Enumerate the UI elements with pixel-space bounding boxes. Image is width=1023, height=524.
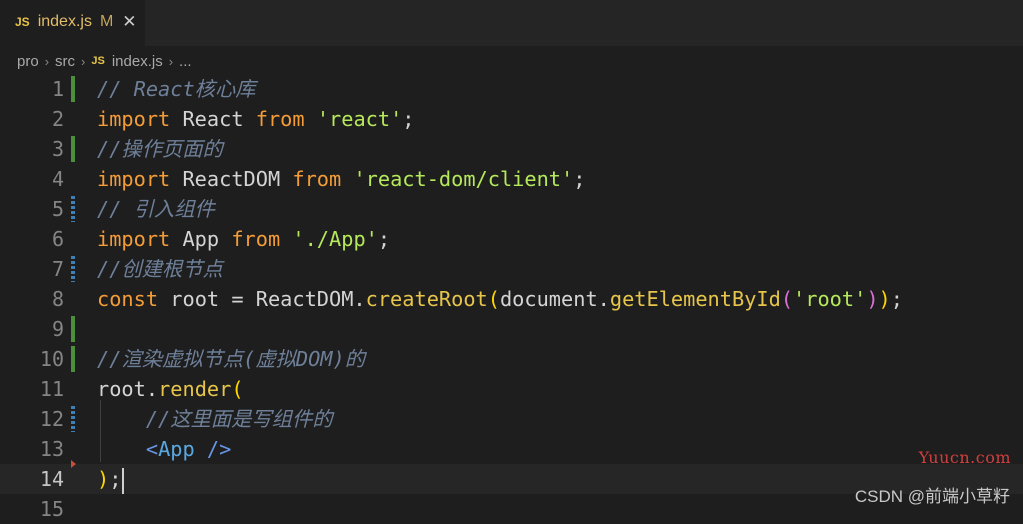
keyword: import <box>97 107 171 131</box>
comment: //渲染虚拟节点(虚拟DOM)的 <box>97 347 366 371</box>
identifier: root. <box>97 377 159 401</box>
code-line[interactable]: 13 <App /> <box>0 434 1023 464</box>
line-number: 7 <box>51 257 64 281</box>
git-added-marker[interactable] <box>71 136 75 162</box>
bracket: ) <box>97 467 110 491</box>
line-number: 15 <box>39 497 64 521</box>
bracket: ( <box>487 287 500 311</box>
breadcrumb: pro › src › JS index.js › ... <box>0 46 1023 76</box>
line-number: 2 <box>51 107 64 131</box>
modified-indicator: M <box>99 13 114 30</box>
line-number: 13 <box>39 437 64 461</box>
function-name: getElementById <box>609 287 781 311</box>
punctuation: ; <box>109 467 122 491</box>
keyword: from <box>292 167 342 191</box>
code-line[interactable]: 3 //操作页面的 <box>0 134 1023 164</box>
keyword: import <box>97 227 171 251</box>
breadcrumb-folder-pro[interactable]: pro <box>17 53 39 70</box>
keyword: const <box>97 287 159 311</box>
bracket: ) <box>866 287 879 311</box>
code-line[interactable]: 8 const root = ReactDOM.createRoot(docum… <box>0 284 1023 314</box>
line-number: 14 <box>39 467 64 491</box>
jsx-bracket: < <box>145 437 159 461</box>
identifier: document. <box>499 287 610 311</box>
identifier: root = ReactDOM. <box>158 287 366 311</box>
close-icon[interactable]: ✕ <box>122 12 136 32</box>
comment: // 引入组件 <box>97 197 215 221</box>
line-number: 10 <box>39 347 64 371</box>
line-number: 5 <box>51 197 64 221</box>
punctuation: ; <box>377 227 391 251</box>
string-literal: './App' <box>292 227 378 251</box>
keyword: from <box>231 227 281 251</box>
chevron-right-icon: › <box>81 53 86 69</box>
watermark-site: Yuucn.com <box>918 448 1011 467</box>
javascript-file-icon: JS <box>15 15 30 29</box>
identifier: ReactDOM <box>170 167 293 191</box>
chevron-right-icon: › <box>44 53 50 69</box>
function-name: render <box>158 377 232 401</box>
tab-bar: JS index.js M ✕ <box>0 0 1023 47</box>
git-added-marker[interactable] <box>71 316 75 342</box>
line-number: 1 <box>51 77 64 101</box>
line-number: 6 <box>51 227 64 251</box>
keyword: import <box>97 167 171 191</box>
code-line[interactable]: 7 //创建根节点 <box>0 254 1023 284</box>
git-modified-marker[interactable] <box>71 406 75 432</box>
bracket: ) <box>878 287 891 311</box>
watermark-credit: CSDN @前端小草籽 <box>854 487 1010 506</box>
code-line[interactable]: 11 root.render( <box>0 374 1023 404</box>
identifier: React <box>170 107 256 131</box>
git-deleted-marker[interactable] <box>71 460 76 468</box>
string-literal: 'react' <box>316 107 403 131</box>
git-modified-marker[interactable] <box>71 196 75 222</box>
code-line[interactable]: 9 <box>0 314 1023 344</box>
code-line[interactable]: 6 import App from './App'; <box>0 224 1023 254</box>
punctuation: ; <box>573 167 586 191</box>
string-literal: 'root' <box>793 287 867 311</box>
punctuation: ; <box>402 107 415 131</box>
line-number: 8 <box>51 287 64 311</box>
chevron-right-icon: › <box>168 53 174 69</box>
breadcrumb-folder-src[interactable]: src <box>55 53 75 70</box>
text-cursor <box>122 467 125 494</box>
line-number: 9 <box>51 317 64 341</box>
punctuation: ; <box>890 287 903 311</box>
keyword: from <box>255 107 305 131</box>
bracket: ( <box>780 287 794 311</box>
line-number: 12 <box>39 407 64 431</box>
code-editor[interactable]: 1 // React核心库 2 import React from 'react… <box>0 74 1023 521</box>
comment: //这里面是写组件的 <box>145 407 333 431</box>
line-number: 3 <box>51 137 64 161</box>
string-literal: 'react-dom/client' <box>353 167 574 191</box>
breadcrumb-file[interactable]: index.js <box>112 53 163 70</box>
line-number: 4 <box>51 167 64 191</box>
tab-filename: index.js <box>37 13 92 30</box>
code-line[interactable]: 10 //渲染虚拟节点(虚拟DOM)的 <box>0 344 1023 374</box>
jsx-component-tag: App <box>158 437 195 461</box>
code-line[interactable]: 5 // 引入组件 <box>0 194 1023 224</box>
git-added-marker[interactable] <box>71 346 75 372</box>
git-added-marker[interactable] <box>71 76 75 102</box>
code-line[interactable]: 1 // React核心库 <box>0 74 1023 104</box>
function-name: createRoot <box>365 287 488 311</box>
comment: // React核心库 <box>97 77 256 101</box>
comment: //操作页面的 <box>97 137 223 161</box>
code-line[interactable]: 12 //这里面是写组件的 <box>0 404 1023 434</box>
git-modified-marker[interactable] <box>71 256 75 282</box>
comment: //创建根节点 <box>97 257 223 281</box>
jsx-bracket: /> <box>194 437 232 461</box>
line-number: 11 <box>39 377 64 401</box>
tab-index-js[interactable]: JS index.js M ✕ <box>0 0 145 47</box>
code-line[interactable]: 2 import React from 'react'; <box>0 104 1023 134</box>
breadcrumb-more[interactable]: ... <box>179 53 192 70</box>
bracket: ( <box>231 377 244 401</box>
code-line[interactable]: 4 import ReactDOM from 'react-dom/client… <box>0 164 1023 194</box>
identifier: App <box>170 227 232 251</box>
javascript-file-icon: JS <box>91 55 105 67</box>
